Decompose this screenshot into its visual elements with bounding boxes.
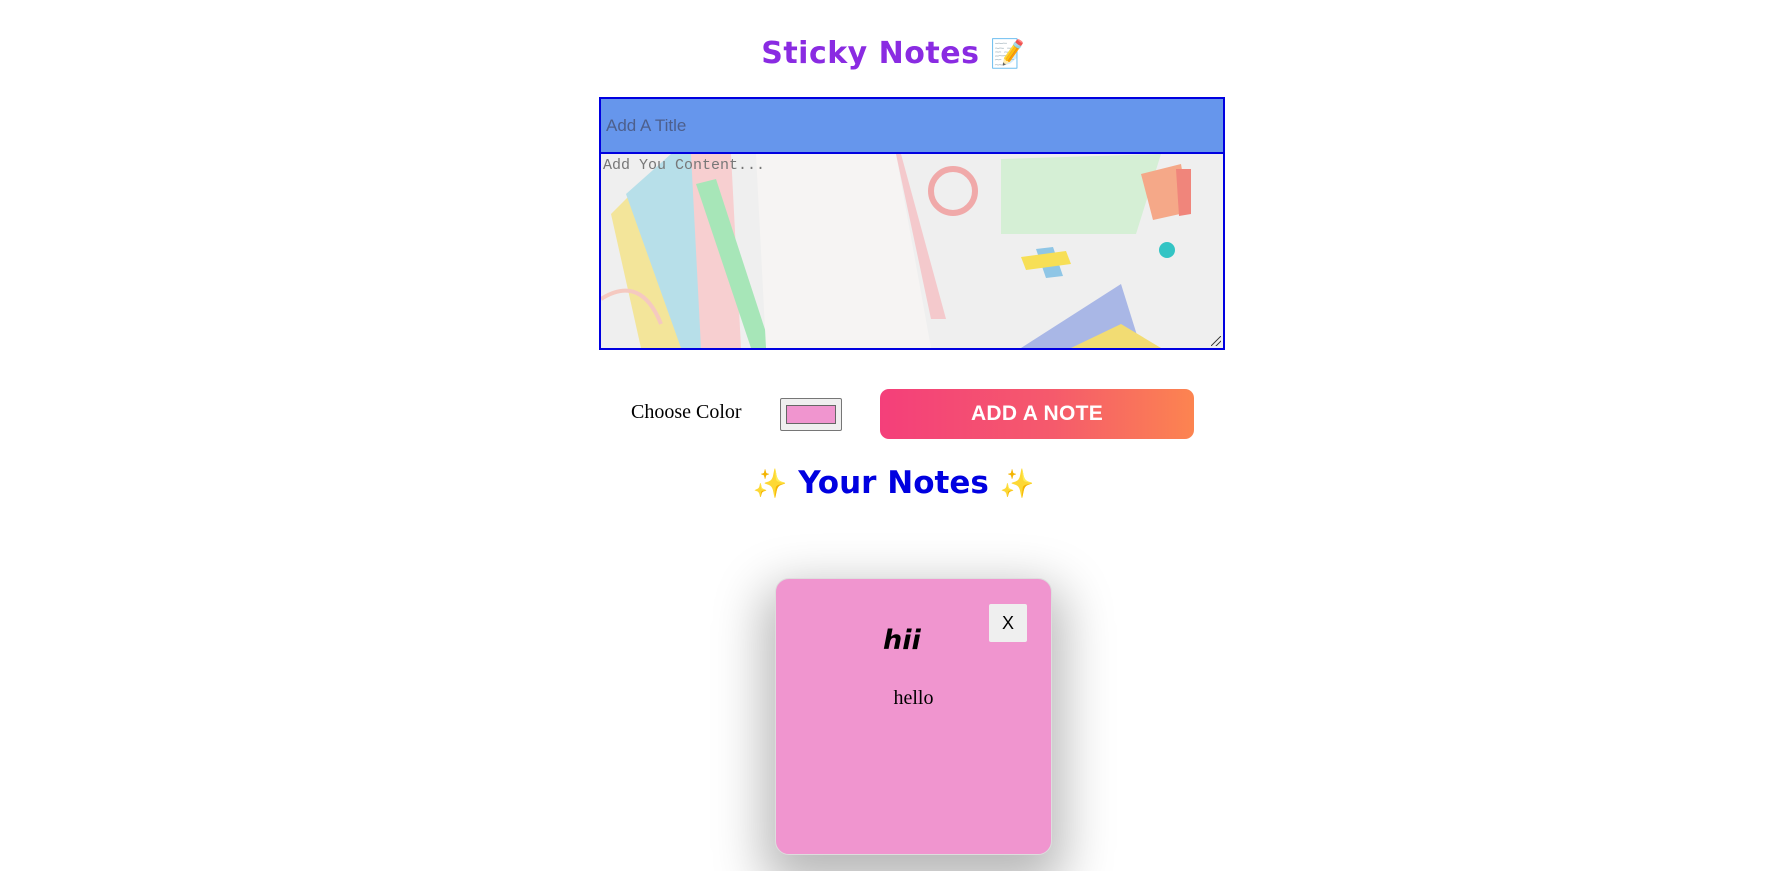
sparkles-icon: ✨	[999, 467, 1035, 500]
note-content: hello	[893, 687, 934, 709]
note-editor	[599, 97, 1225, 350]
title-input[interactable]	[601, 99, 1223, 154]
app-title-text: Sticky Notes	[761, 36, 980, 71]
sparkles-icon: ✨	[752, 467, 788, 500]
app-title: Sticky Notes 📝	[0, 36, 1787, 71]
color-swatch	[786, 405, 836, 424]
note-card: X hii hello	[775, 578, 1052, 855]
resize-handle[interactable]	[1211, 336, 1221, 346]
notes-heading-text: Your Notes	[798, 465, 989, 501]
content-textarea[interactable]	[601, 154, 1223, 348]
notes-heading: ✨ Your Notes ✨	[0, 465, 1787, 501]
add-note-button[interactable]: ADD A NOTE	[880, 389, 1194, 439]
color-picker[interactable]	[780, 398, 842, 431]
color-label: Choose Color	[631, 401, 742, 423]
memo-icon: 📝	[990, 37, 1026, 70]
note-title: hii	[883, 625, 921, 656]
delete-note-button[interactable]: X	[989, 604, 1027, 642]
